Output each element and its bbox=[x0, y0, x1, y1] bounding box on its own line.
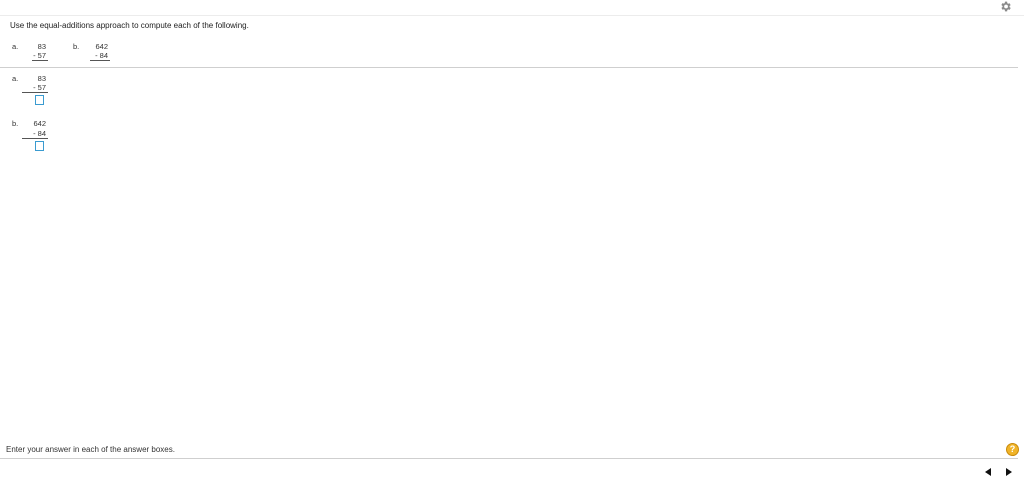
underline bbox=[22, 138, 48, 139]
problem-label: b. bbox=[73, 42, 80, 51]
top-toolbar bbox=[0, 0, 1024, 16]
instruction-text: Use the equal-additions approach to comp… bbox=[10, 21, 249, 30]
section-divider bbox=[0, 67, 1018, 68]
subtrahend: - 57 bbox=[33, 51, 46, 60]
underline bbox=[22, 92, 48, 93]
problem-label: a. bbox=[12, 42, 19, 51]
problem-label: b. bbox=[12, 119, 19, 128]
answer-input-b[interactable] bbox=[35, 141, 44, 151]
subtrahend: - 57 bbox=[33, 83, 46, 92]
minuend: 83 bbox=[37, 74, 46, 83]
gear-icon[interactable] bbox=[999, 0, 1012, 13]
answer-input-a[interactable] bbox=[35, 95, 44, 105]
underline bbox=[32, 60, 48, 61]
subtrahend: - 84 bbox=[33, 129, 46, 138]
underline bbox=[90, 60, 110, 61]
footer-hint: Enter your answer in each of the answer … bbox=[6, 445, 175, 454]
help-icon[interactable]: ? bbox=[1006, 443, 1019, 456]
minuend: 642 bbox=[33, 119, 46, 128]
previous-arrow-icon[interactable] bbox=[985, 468, 991, 476]
footer-divider bbox=[0, 458, 1018, 459]
minuend: 83 bbox=[37, 42, 46, 51]
problem-label: a. bbox=[12, 74, 19, 83]
subtrahend: - 84 bbox=[95, 51, 108, 60]
minuend: 642 bbox=[95, 42, 108, 51]
next-arrow-icon[interactable] bbox=[1006, 468, 1012, 476]
